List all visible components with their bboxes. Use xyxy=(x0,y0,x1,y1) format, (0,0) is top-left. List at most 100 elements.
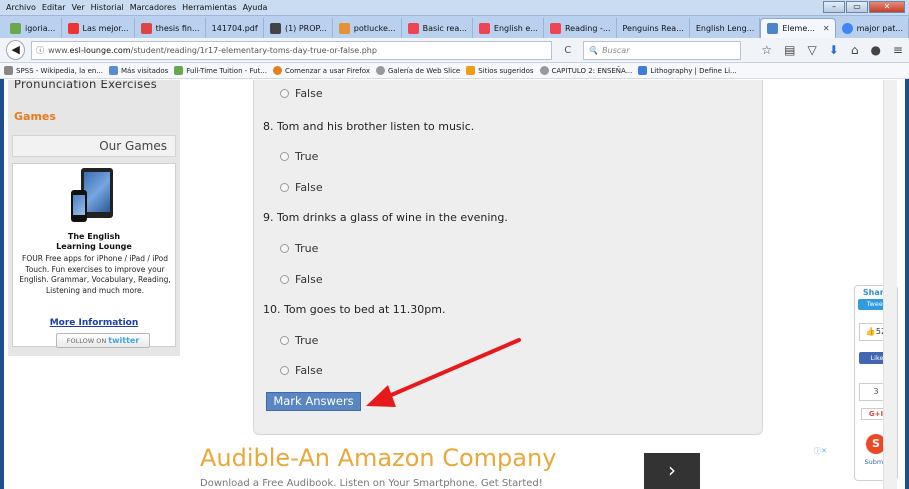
tab-bar: igoria... Las mejor... thesis fin... 141… xyxy=(0,16,909,38)
navigation-bar: ◀ ⓘ www. esl-lounge.com/student/reading/1… xyxy=(0,38,909,63)
globe-icon xyxy=(539,66,549,75)
tab-label: (1) PROP... xyxy=(284,23,327,33)
chat-icon[interactable]: ● xyxy=(870,43,880,57)
vertical-scrollbar[interactable] xyxy=(883,80,897,489)
tab-favicon-icon xyxy=(10,22,21,34)
site-icon xyxy=(478,22,490,34)
tab-thesis[interactable]: thesis fin... xyxy=(135,18,206,38)
bookmark-tuition[interactable]: Full-Time Tuition - Fut... xyxy=(174,66,267,75)
bookmarks-bar: SPSS - Wikipedia, la en... Más visitados… xyxy=(0,63,909,79)
advertisement[interactable]: Audible-An Amazon Company Download a Fre… xyxy=(194,444,854,489)
tab-eleme-active[interactable]: Eleme... ✕ xyxy=(760,18,836,38)
menu-bar: Archivo Editar Ver Historial Marcadores … xyxy=(0,0,909,16)
info-icon[interactable]: ⓘ xyxy=(36,45,44,56)
bookmark-star-icon[interactable]: ☆ xyxy=(761,43,772,57)
bookmark-label: CAPITULO 2: ENSEÑA... xyxy=(551,66,633,75)
tab-igoria[interactable]: igoria... xyxy=(4,18,62,38)
search-placeholder: Buscar xyxy=(602,45,630,55)
tab-label: Reading -... xyxy=(564,23,611,33)
tab-label: Eleme... xyxy=(782,24,815,33)
menu-ver[interactable]: Ver xyxy=(72,3,85,12)
bookmark-label: Lithography | Define Li... xyxy=(650,66,737,75)
page-content: Pronunciation Exercises Games Our Games … xyxy=(4,80,905,489)
globe-icon xyxy=(375,66,385,75)
reading-list-icon[interactable]: ▤ xyxy=(784,43,795,57)
gmail-icon xyxy=(140,22,152,34)
site-icon xyxy=(174,66,184,75)
minimize-button[interactable]: – xyxy=(823,1,845,13)
wikipedia-icon xyxy=(4,66,13,75)
ad-title[interactable]: Audible-An Amazon Company xyxy=(200,444,556,472)
red-arrow-annotation xyxy=(366,338,521,407)
bookmark-lithography[interactable]: Lithography | Define Li... xyxy=(638,66,737,75)
firefox-icon xyxy=(273,66,282,75)
tab-label: igoria... xyxy=(25,23,56,33)
google-icon xyxy=(841,22,853,34)
menu-marcadores[interactable]: Marcadores xyxy=(130,3,176,12)
url-path: /student/reading/1r17-elementary-toms-da… xyxy=(130,45,377,55)
tab-label: English e... xyxy=(493,23,538,33)
toolbar-icons: ☆ ▤ ▽ ⬇ ⌂ ● ≡ xyxy=(761,43,903,57)
tab-label: Las mejor... xyxy=(82,23,129,33)
potluck-icon xyxy=(338,22,350,34)
thumbs-up-icon: 👍 xyxy=(865,327,876,336)
tab-english-e[interactable]: English e... xyxy=(473,18,544,38)
tab-label: potlucke... xyxy=(353,23,396,33)
site-icon xyxy=(549,22,561,34)
bookmark-mas-visitados[interactable]: Más visitados xyxy=(109,66,168,75)
home-icon[interactable]: ⌂ xyxy=(851,43,859,57)
back-button[interactable]: ◀ xyxy=(6,40,26,60)
tab-label: thesis fin... xyxy=(155,23,200,33)
window-controls: – ▭ ✕ xyxy=(823,1,905,13)
tab-basic-rea[interactable]: Basic rea... xyxy=(402,18,473,38)
url-host: esl-lounge.com xyxy=(69,45,131,55)
bookmark-label: Más visitados xyxy=(121,66,169,75)
menu-icon[interactable]: ≡ xyxy=(893,43,903,57)
menu-editar[interactable]: Editar xyxy=(42,3,66,12)
close-window-button[interactable]: ✕ xyxy=(869,1,905,13)
folder-icon xyxy=(109,66,118,75)
bookmark-firefox[interactable]: Comenzar a usar Firefox xyxy=(273,66,370,75)
tab-label: 141704.pdf xyxy=(211,23,258,33)
search-input[interactable]: 🔍 Buscar xyxy=(583,40,742,60)
bookmark-web-slice[interactable]: Galería de Web Slice xyxy=(375,66,461,75)
download-icon[interactable]: ⬇ xyxy=(829,43,839,57)
tab-english-leng[interactable]: English Leng... xyxy=(690,18,761,38)
url-bar[interactable]: ⓘ www. esl-lounge.com/student/reading/1r1… xyxy=(31,40,553,60)
maximize-button[interactable]: ▭ xyxy=(846,1,868,13)
tab-las-mejor[interactable]: Las mejor... xyxy=(62,18,135,38)
tab-potlucke[interactable]: potlucke... xyxy=(333,18,402,38)
bookmark-label: Full-Time Tuition - Fut... xyxy=(186,66,267,75)
tab-penguins[interactable]: Penguins Rea... xyxy=(617,18,690,38)
menu-historial[interactable]: Historial xyxy=(91,3,124,12)
menu-herramientas[interactable]: Herramientas xyxy=(182,3,237,12)
close-tab-icon[interactable]: ✕ xyxy=(823,24,830,33)
bookmark-label: Sitios sugeridos xyxy=(478,66,534,75)
tab-label: Basic rea... xyxy=(422,23,467,33)
ad-subtitle: Download a Free Audibook. Listen on Your… xyxy=(200,478,543,489)
youtube-icon xyxy=(67,22,79,34)
tab-label: major pat... xyxy=(856,23,903,33)
tab-reading[interactable]: Reading -... xyxy=(544,18,617,38)
esl-lounge-icon xyxy=(767,23,779,34)
menu-ayuda[interactable]: Ayuda xyxy=(243,3,268,12)
bookmark-label: Galería de Web Slice xyxy=(387,66,461,75)
tab-major-pat[interactable]: major pat... xyxy=(836,18,909,38)
bookmark-sitios[interactable]: Sitios sugeridos xyxy=(466,66,534,75)
bookmark-spss[interactable]: SPSS - Wikipedia, la en... xyxy=(4,66,103,75)
bookmark-capitulo[interactable]: CAPITULO 2: ENSEÑA... xyxy=(539,66,633,75)
ad-next-button[interactable]: › xyxy=(644,453,700,489)
bookmark-label: SPSS - Wikipedia, la en... xyxy=(16,66,103,75)
tab-pdf[interactable]: 141704.pdf xyxy=(206,18,264,38)
letter-a-icon xyxy=(269,22,281,34)
bookmark-label: Comenzar a usar Firefox xyxy=(285,66,370,75)
url-prefix: www. xyxy=(48,45,70,55)
search-icon: 🔍 xyxy=(588,45,599,55)
dictionary-icon xyxy=(638,66,648,75)
tab-prop[interactable]: (1) PROP... xyxy=(264,18,333,38)
pocket-icon[interactable]: ▽ xyxy=(808,43,817,57)
site-icon xyxy=(407,22,419,34)
reload-icon[interactable]: C xyxy=(558,45,577,56)
menu-archivo[interactable]: Archivo xyxy=(6,3,36,12)
ad-choices-icon[interactable]: ⓘ✕ xyxy=(814,446,827,456)
